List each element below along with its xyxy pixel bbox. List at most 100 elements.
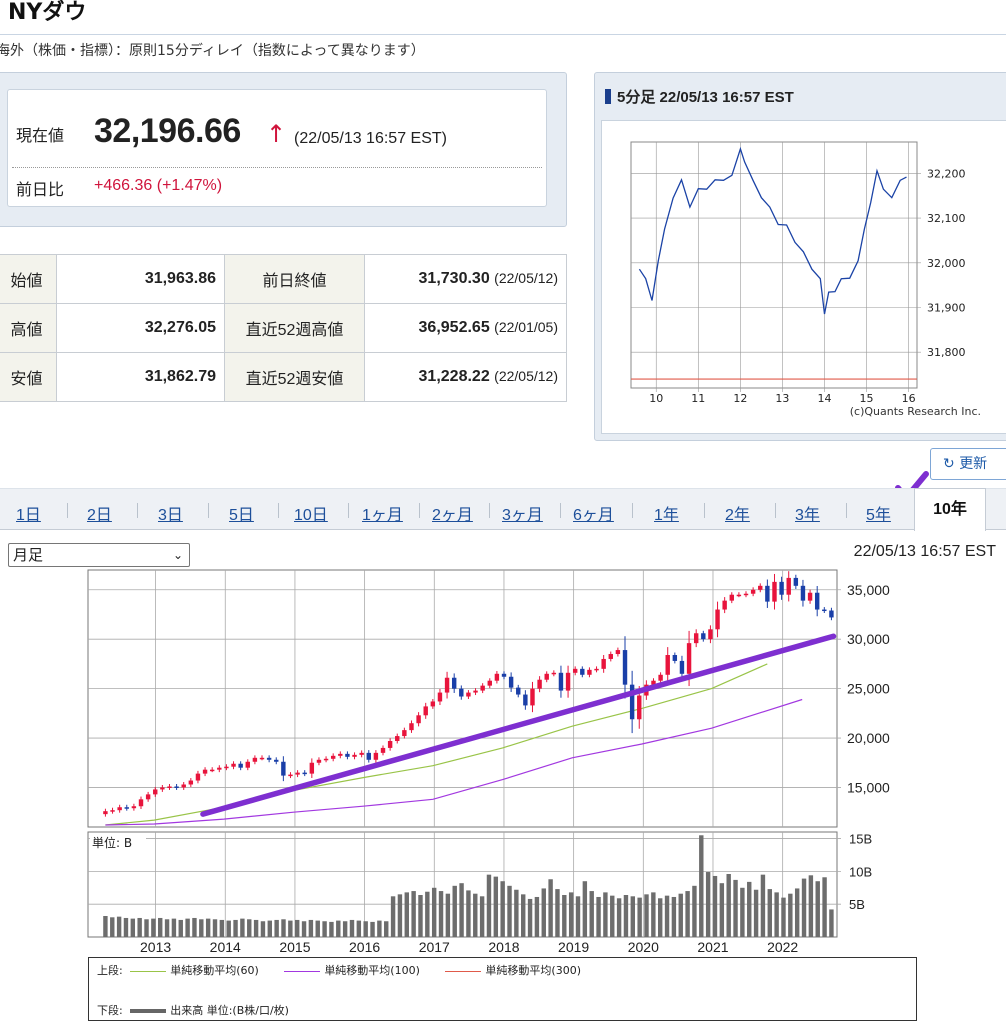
candle-body	[195, 773, 201, 781]
tab-2d[interactable]: 2日	[87, 501, 112, 525]
stat-value: 32,276.05	[56, 303, 225, 353]
tab-3m[interactable]: 3ヶ月	[502, 501, 543, 525]
legend-ma300-swatch	[445, 970, 482, 972]
volume-bar	[753, 889, 759, 937]
volume-bar	[240, 918, 245, 937]
volume-bar	[527, 898, 533, 937]
candle-body	[829, 610, 834, 618]
tab-separator	[419, 503, 420, 518]
volume-bar	[534, 896, 540, 937]
candle-body	[758, 585, 763, 590]
legend-ma100-swatch	[284, 970, 321, 972]
candle-body	[459, 688, 464, 697]
candle-body	[444, 677, 450, 693]
candle-body	[800, 585, 806, 601]
tab-6m[interactable]: 6ヶ月	[573, 501, 614, 525]
volume-bar	[281, 919, 286, 937]
stat-date: (22/05/12)	[494, 368, 558, 384]
intraday-y-tick: 32,100	[927, 212, 966, 225]
candle-body	[274, 759, 279, 762]
candle-body	[750, 589, 756, 594]
candle-body	[686, 643, 692, 674]
candle-body	[295, 772, 300, 775]
stat-number: 31,730.30	[418, 270, 490, 287]
candle-body	[451, 677, 457, 689]
refresh-label: 更新	[959, 456, 988, 472]
candle-body	[715, 609, 720, 630]
tab-5y[interactable]: 5年	[866, 501, 891, 525]
candle-body	[658, 674, 663, 681]
tab-separator	[489, 503, 490, 518]
candle-body	[765, 585, 770, 602]
volume-bar	[164, 919, 170, 937]
volume-bar	[644, 894, 649, 937]
frequency-select[interactable]: 月足 ⌄	[8, 543, 190, 567]
candle-body	[722, 600, 727, 610]
legend-lower-row: 下段: 出来高 単位:(B株/口/枚)	[97, 1002, 307, 1018]
volume-bar	[589, 891, 594, 937]
volume-bar	[185, 918, 190, 937]
year-tick: 2015	[279, 939, 310, 955]
intraday-heading: 5分足 22/05/13 16:57 EST	[605, 86, 794, 107]
candle-body	[693, 633, 699, 644]
volume-bar	[158, 917, 163, 937]
volume-bar	[514, 889, 519, 937]
candle-body	[708, 629, 713, 640]
current-value-label: 現在値	[16, 126, 65, 145]
candle-body	[772, 581, 777, 602]
tab-2y[interactable]: 2年	[725, 501, 750, 525]
tab-separator	[67, 503, 68, 518]
volume-bar	[329, 921, 334, 937]
chart-timestamp: 22/05/13 16:57 EST	[853, 543, 996, 560]
candle-body	[288, 774, 293, 777]
volume-bar	[541, 888, 546, 937]
tab-3d[interactable]: 3日	[158, 501, 183, 525]
period-tabs: 1日 2日 3日 5日 10日 1ヶ月 2ヶ月 3ヶ月 6ヶ月 1年 2年 3年…	[0, 488, 1006, 531]
candle-body	[672, 655, 678, 661]
intraday-y-tick: 31,900	[927, 301, 966, 314]
volume-bar	[308, 919, 314, 937]
candle-body	[779, 581, 784, 595]
intraday-x-tick: 13	[775, 392, 789, 405]
candle-body	[572, 668, 578, 673]
intraday-x-tick: 10	[649, 392, 663, 405]
volume-bar	[603, 892, 608, 937]
title-divider	[0, 34, 1006, 35]
candle-body	[323, 758, 329, 761]
candle-body	[124, 807, 129, 809]
candle-body	[729, 594, 734, 601]
tab-separator	[137, 503, 138, 518]
tab-1d[interactable]: 1日	[16, 501, 41, 525]
current-value: 32,196.66	[94, 112, 241, 150]
candle-body	[174, 786, 179, 788]
intraday-x-tick: 16	[902, 392, 916, 405]
volume-bar	[178, 919, 183, 937]
candle-body	[544, 673, 549, 680]
tab-5d[interactable]: 5日	[229, 501, 254, 525]
tab-1m[interactable]: 1ヶ月	[362, 501, 403, 525]
intraday-x-tick: 14	[817, 392, 831, 405]
tab-separator	[348, 503, 349, 518]
tab-3y[interactable]: 3年	[795, 501, 820, 525]
volume-bar	[267, 920, 273, 937]
tab-2m[interactable]: 2ヶ月	[432, 501, 473, 525]
refresh-button[interactable]: ↻ 更新	[930, 448, 1006, 480]
volume-bar	[130, 918, 136, 937]
volume-bar	[582, 881, 588, 937]
candle-body	[480, 685, 485, 691]
volume-bar	[692, 885, 697, 937]
volume-bar	[562, 895, 567, 937]
intraday-y-tick: 31,800	[927, 346, 966, 359]
candle-body	[558, 672, 564, 691]
legend-lower-label: 下段:	[97, 1004, 123, 1017]
candle-body	[131, 806, 137, 809]
tab-10y[interactable]: 10年	[914, 488, 986, 531]
volume-bar	[788, 893, 793, 937]
volume-bar	[781, 897, 786, 937]
volume-bar	[459, 883, 464, 937]
tab-1y[interactable]: 1年	[654, 501, 679, 525]
volume-bar	[116, 916, 122, 937]
intraday-panel: 5分足 22/05/13 16:57 EST 32,200 32,100 32,00…	[594, 72, 1006, 441]
candle-body	[238, 763, 243, 768]
tab-10d[interactable]: 10日	[294, 501, 328, 525]
